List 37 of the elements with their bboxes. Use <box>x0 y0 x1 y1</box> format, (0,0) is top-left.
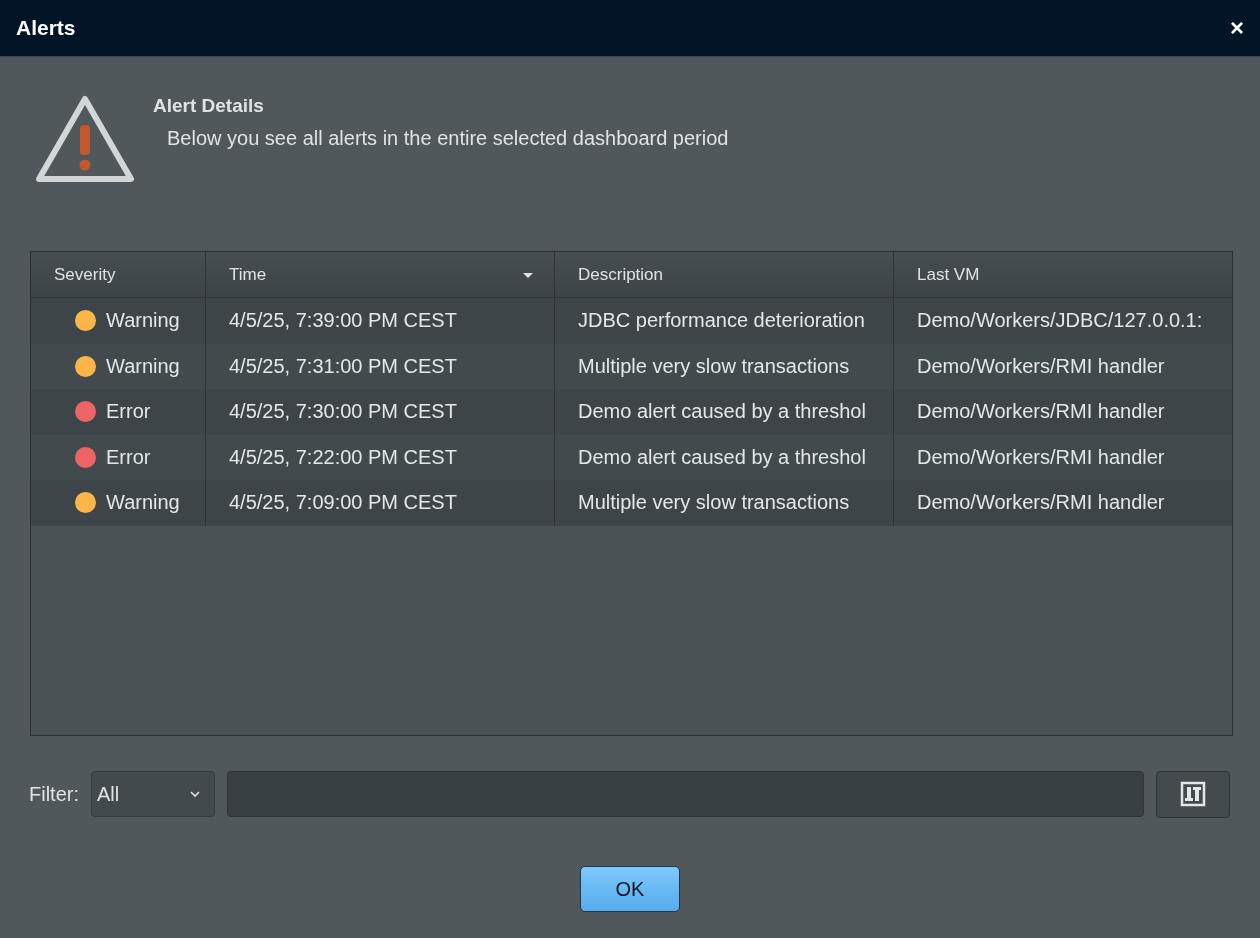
vm-path-cell: Demo/Workers/RMI handler <box>917 445 1165 469</box>
time-cell: 4/5/25, 7:39:00 PM CEST <box>229 309 457 333</box>
vm-path-cell: Demo/Workers/RMI handler <box>917 400 1165 424</box>
severity-text: Warning <box>106 354 180 378</box>
column-header[interactable]: Severity <box>54 264 116 285</box>
ok-button[interactable]: OK <box>580 866 680 912</box>
filter-input-field[interactable] <box>227 771 1144 817</box>
description-cell: Demo alert caused by a threshol <box>578 445 866 469</box>
severity-text: Warning <box>106 309 180 333</box>
severity-text: Error <box>106 400 151 424</box>
vm-path-cell: Demo/Workers/RMI handler <box>917 491 1165 515</box>
time-cell: 4/5/25, 7:31:00 PM CEST <box>229 354 457 378</box>
chevron-icon <box>188 789 202 799</box>
description-cell: Multiple very slow transactions <box>578 491 850 515</box>
close-button[interactable]: × <box>1226 14 1248 42</box>
dialog-heading: Alert Details <box>153 95 265 117</box>
column-header[interactable]: Time <box>229 264 267 285</box>
description-cell: JDBC performance deterioration <box>578 309 865 333</box>
severity-dropdown[interactable]: All <box>91 771 215 817</box>
time-cell: 4/5/25, 7:22:00 PM CEST <box>229 445 457 469</box>
severity-text: Warning <box>106 491 180 515</box>
time-cell: 4/5/25, 7:09:00 PM CEST <box>229 491 457 515</box>
window-title: Alerts <box>16 16 76 40</box>
filter-options-button[interactable] <box>1156 770 1230 818</box>
description-cell: Demo alert caused by a threshol <box>578 400 866 424</box>
vm-path-cell: Demo/Workers/JDBC/127.0.0.1: <box>917 309 1203 333</box>
sort-caret-icon[interactable] <box>522 270 534 279</box>
description-cell: Multiple very slow transactions <box>578 354 850 378</box>
warning-icon <box>35 95 135 185</box>
vm-path-cell: Demo/Workers/RMI handler <box>917 354 1165 378</box>
filter-label: Filter: <box>29 782 79 806</box>
column-header[interactable]: Last VM <box>917 264 980 285</box>
time-cell: 4/5/25, 7:30:00 PM CEST <box>229 400 457 424</box>
severity-text: Error <box>106 445 151 469</box>
column-header[interactable]: Description <box>578 264 664 285</box>
columns-icon <box>1180 781 1206 807</box>
dialog-description: Below you see all alerts in the entire selected dashboard period <box>166 127 729 150</box>
